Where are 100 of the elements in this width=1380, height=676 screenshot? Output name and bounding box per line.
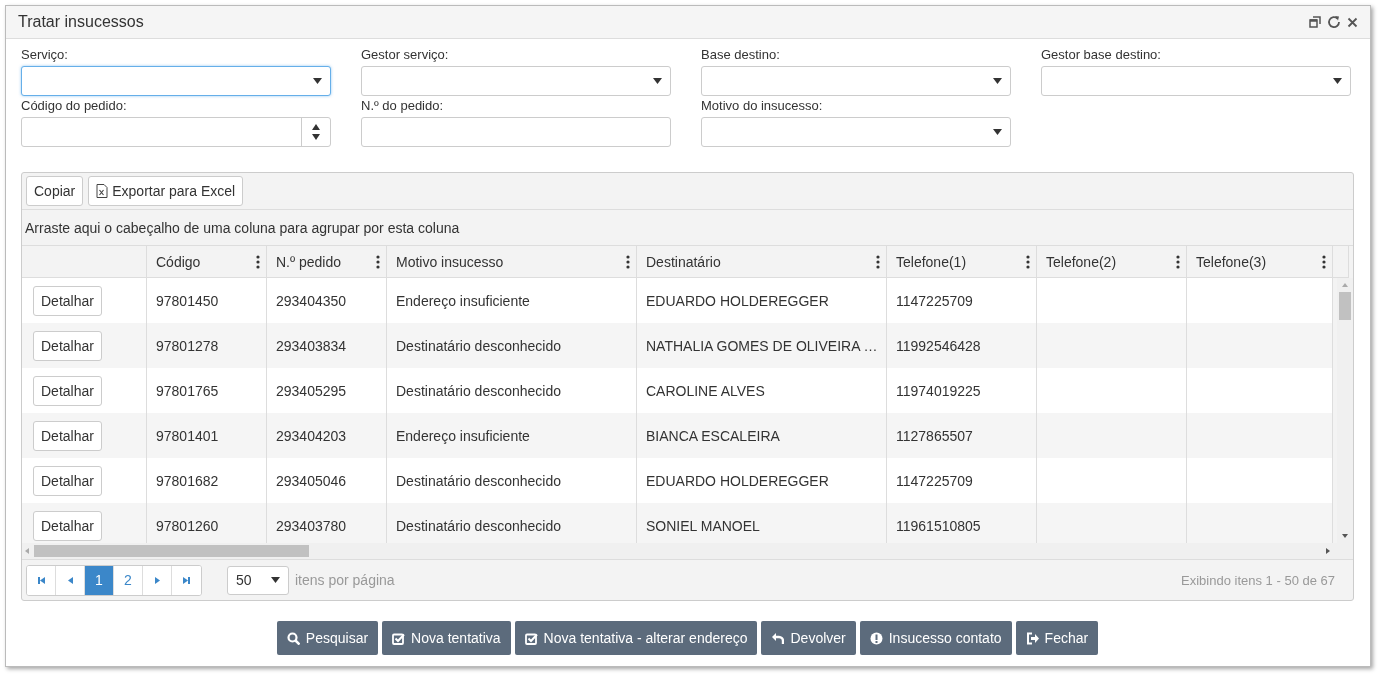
detail-button[interactable]: Detalhar — [33, 510, 102, 541]
column-menu-icon[interactable] — [256, 254, 260, 269]
column-title: Código — [156, 253, 201, 270]
page-size-label: itens por página — [295, 572, 395, 588]
scroll-right-icon[interactable] — [1325, 547, 1331, 555]
refresh-icon[interactable] — [1327, 15, 1341, 29]
column-menu-icon[interactable] — [376, 254, 380, 269]
scroll-left-icon[interactable] — [24, 547, 30, 555]
first-page-button[interactable] — [27, 565, 56, 595]
table-cell: 97801765 — [147, 368, 267, 413]
table-cell: 293405046 — [267, 458, 387, 503]
column-title: Telefone(2) — [1046, 253, 1117, 270]
undo-arrow-icon — [771, 631, 785, 645]
table-cell: Destinatário desconhecido — [387, 368, 637, 413]
last-page-icon — [182, 575, 191, 585]
up-arrow-icon[interactable] — [312, 124, 320, 130]
field-label: Gestor base destino: — [1041, 47, 1162, 63]
checkbox-icon — [524, 631, 538, 645]
page-size-value: 50 — [236, 572, 252, 588]
copy-button[interactable]: Copiar — [26, 176, 84, 206]
dropdown-field[interactable] — [701, 66, 1011, 96]
export-button[interactable]: Exportar para Excel — [88, 176, 244, 206]
column-header[interactable]: Destinatário — [637, 246, 887, 278]
table-cell: CAROLINE ALVES — [637, 368, 887, 413]
action-button[interactable]: Pesquisar — [276, 621, 379, 655]
table-cell: Destinatário desconhecido — [387, 458, 637, 503]
dropdown-field[interactable] — [701, 117, 1011, 147]
detail-button[interactable]: Detalhar — [33, 285, 102, 316]
field-label: Base destino: — [701, 47, 781, 63]
scroll-up-icon[interactable] — [1341, 282, 1349, 288]
table-cell: 1147225709 — [887, 458, 1037, 503]
restore-icon[interactable] — [1309, 16, 1321, 28]
header-cell — [1333, 246, 1349, 278]
table-cell: Endereço insuficiente — [387, 278, 637, 323]
column-header[interactable]: Telefone(2) — [1037, 246, 1187, 278]
dropdown-field[interactable] — [361, 66, 671, 96]
search-icon — [286, 631, 300, 645]
table-cell: 293404350 — [267, 278, 387, 323]
field-label: Gestor serviço: — [361, 47, 450, 63]
first-page-icon — [36, 575, 46, 585]
dropdown-field[interactable] — [21, 66, 331, 96]
column-header[interactable]: Motivo insucesso — [387, 246, 637, 278]
close-icon[interactable] — [1347, 16, 1358, 28]
column-title: Telefone(3) — [1196, 253, 1267, 270]
column-menu-icon[interactable] — [1026, 254, 1030, 269]
table-cell: 97801682 — [147, 458, 267, 503]
detail-button[interactable]: Detalhar — [33, 375, 102, 406]
detail-button[interactable]: Detalhar — [33, 330, 102, 361]
table-cell: EDUARDO HOLDEREGGER — [637, 278, 887, 323]
column-title: Telefone(1) — [896, 253, 967, 270]
caret-icon — [271, 577, 280, 583]
checkbox-icon — [392, 631, 406, 645]
column-header[interactable]: Código — [147, 246, 267, 278]
field-label: Motivo do insucesso: — [701, 98, 824, 114]
number-field[interactable] — [21, 117, 331, 147]
column-title: N.º pedido — [276, 253, 342, 270]
column-menu-icon[interactable] — [1176, 254, 1180, 269]
field-label: Código do pedido: — [21, 98, 128, 114]
exclamation-icon — [869, 631, 883, 645]
action-button[interactable]: Fechar — [1015, 621, 1099, 655]
action-button[interactable]: Insucesso contato — [859, 621, 1012, 655]
caret-icon — [653, 78, 662, 84]
column-menu-icon[interactable] — [626, 254, 630, 269]
detail-button[interactable]: Detalhar — [33, 465, 102, 496]
pager-summary: Exibindo itens 1 - 50 de 67 — [1181, 572, 1335, 588]
table-cell: 97801450 — [147, 278, 267, 323]
column-title: Destinatário — [646, 253, 721, 270]
table-cell: 1147225709 — [887, 278, 1037, 323]
field-label: N.º do pedido: — [361, 98, 445, 114]
scrollbar-thumb[interactable] — [34, 545, 309, 557]
table-cell: 293405295 — [267, 368, 387, 413]
action-button[interactable]: Nova tentativa — [382, 621, 511, 655]
page-size-dropdown[interactable]: 50 — [227, 565, 289, 595]
caret-icon — [993, 129, 1002, 135]
caret-icon — [1333, 78, 1342, 84]
input-field[interactable] — [361, 117, 671, 147]
page-button[interactable]: 1 — [85, 565, 114, 595]
table-cell: 11974019225 — [887, 368, 1037, 413]
scroll-down-icon[interactable] — [1341, 533, 1349, 539]
column-header[interactable]: N.º pedido — [267, 246, 387, 278]
spreadsheet-file-icon — [96, 184, 109, 198]
caret-icon — [313, 78, 322, 84]
column-menu-icon[interactable] — [1322, 254, 1326, 269]
column-header[interactable]: Telefone(1) — [887, 246, 1037, 278]
detail-button[interactable]: Detalhar — [33, 420, 102, 451]
column-title: Motivo insucesso — [396, 253, 504, 270]
down-arrow-icon[interactable] — [312, 134, 320, 140]
sign-out-icon — [1025, 631, 1039, 645]
action-button[interactable]: Devolver — [761, 621, 856, 655]
scrollbar-thumb[interactable] — [1339, 292, 1351, 320]
dropdown-field[interactable] — [1041, 66, 1351, 96]
column-menu-icon[interactable] — [876, 254, 880, 269]
table-cell: EDUARDO HOLDEREGGER — [637, 458, 887, 503]
window-title: Tratar insucessos — [18, 13, 144, 31]
action-button[interactable]: Nova tentativa - alterar endereço — [514, 621, 758, 655]
next-page-icon — [152, 575, 162, 585]
previous-page-icon — [65, 575, 75, 585]
field-label: Serviço: — [21, 47, 69, 63]
caret-icon — [993, 78, 1002, 84]
column-header[interactable]: Telefone(3) — [1187, 246, 1333, 278]
